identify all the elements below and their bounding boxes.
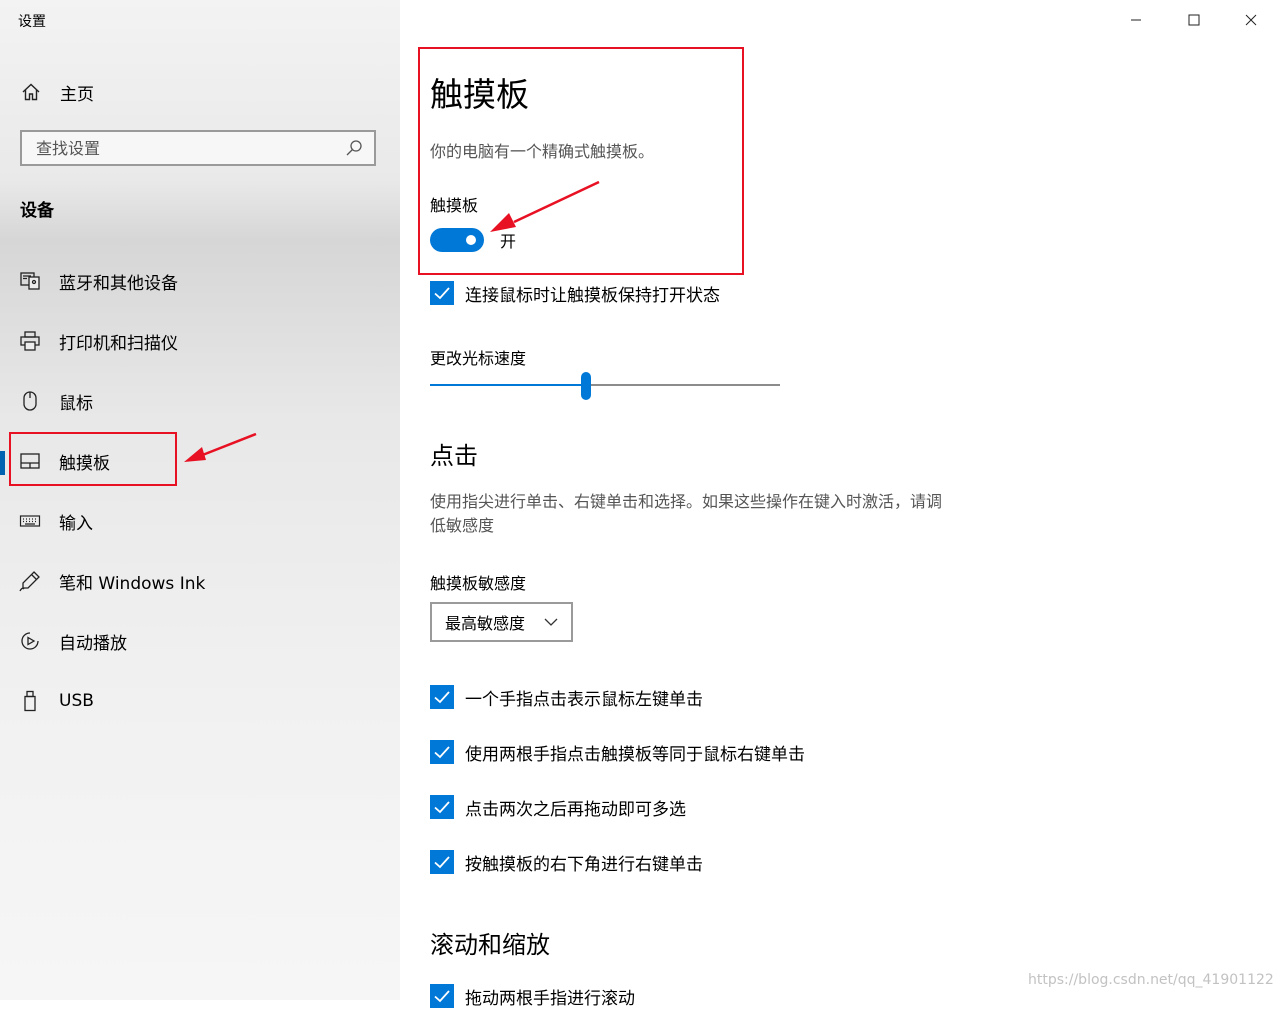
taps-description-line: 使用指尖进行单击、右键单击和选择。如果这些操作在键入时激活，请调 <box>430 492 943 511</box>
sensitivity-dropdown[interactable]: 最高敏感度 <box>430 602 573 642</box>
home-button[interactable]: 主页 <box>20 78 94 106</box>
sensitivity-label: 触摸板敏感度 <box>430 574 527 593</box>
usb-icon <box>18 689 42 713</box>
pen-icon <box>18 569 42 593</box>
sidebar-item-label: 打印机和扫描仪 <box>59 333 178 354</box>
checkbox-label: 拖动两根手指进行滚动 <box>465 988 635 1009</box>
press-corner-checkbox[interactable]: 按触摸板的右下角进行右键单击 <box>430 848 703 876</box>
search-box[interactable] <box>20 130 376 166</box>
main-panel: 触摸板 你的电脑有一个精确式触摸板。 触摸板 开 连接鼠标时让触摸板保持打开状态… <box>400 0 1280 1009</box>
keep-touchpad-on-checkbox[interactable]: 连接鼠标时让触摸板保持打开状态 <box>430 279 720 307</box>
toggle-switch[interactable] <box>430 228 484 252</box>
sidebar-item-label: USB <box>59 691 94 711</box>
tap-twice-drag-checkbox[interactable]: 点击两次之后再拖动即可多选 <box>430 793 686 821</box>
minimize-icon <box>1131 19 1141 21</box>
touchpad-toggle-label: 触摸板 <box>430 196 479 215</box>
toggle-state-text: 开 <box>500 232 517 251</box>
tap-two-finger-checkbox[interactable]: 使用两根手指点击触摸板等同于鼠标右键单击 <box>430 738 805 766</box>
taps-heading: 点击 <box>430 442 478 470</box>
section-heading: 设备 <box>20 201 54 221</box>
sidebar-item-label: 输入 <box>59 513 93 534</box>
home-label: 主页 <box>60 84 94 105</box>
minimize-button[interactable] <box>1113 0 1159 40</box>
checkbox-checked[interactable] <box>430 984 454 1008</box>
checkbox-label: 使用两根手指点击触摸板等同于鼠标右键单击 <box>465 744 805 765</box>
sidebar-item-typing[interactable]: 输入 <box>0 499 400 543</box>
cursor-speed-slider[interactable] <box>430 370 780 402</box>
sensitivity-value: 最高敏感度 <box>445 614 526 633</box>
sidebar-item-label: 笔和 Windows Ink <box>59 573 206 594</box>
watermark: https://blog.csdn.net/qq_41901122 <box>1028 972 1274 988</box>
sidebar: 设置 主页 设备 蓝牙和其他设备 <box>0 0 400 1000</box>
checkbox-label: 连接鼠标时让触摸板保持打开状态 <box>465 285 720 306</box>
mouse-icon <box>18 389 42 413</box>
autoplay-icon <box>18 629 42 653</box>
sidebar-item-label: 自动播放 <box>59 633 127 654</box>
sidebar-item-autoplay[interactable]: 自动播放 <box>0 619 400 663</box>
sidebar-item-label: 鼠标 <box>59 393 93 414</box>
sidebar-item-usb[interactable]: USB <box>0 679 400 723</box>
slider-thumb[interactable] <box>581 372 591 400</box>
checkbox-checked[interactable] <box>430 685 454 709</box>
checkmark-icon <box>434 691 450 704</box>
page-title: 触摸板 <box>430 75 529 114</box>
checkmark-icon <box>434 287 450 300</box>
close-button[interactable] <box>1228 0 1274 40</box>
sidebar-item-pen[interactable]: 笔和 Windows Ink <box>0 559 400 603</box>
sidebar-item-mouse[interactable]: 鼠标 <box>0 379 400 423</box>
cursor-speed-label: 更改光标速度 <box>430 349 527 368</box>
checkbox-label: 按触摸板的右下角进行右键单击 <box>465 854 703 875</box>
sidebar-item-bluetooth[interactable]: 蓝牙和其他设备 <box>0 259 400 303</box>
maximize-button[interactable] <box>1171 0 1217 40</box>
sidebar-item-printers[interactable]: 打印机和扫描仪 <box>0 319 400 363</box>
toggle-knob <box>466 235 476 245</box>
scroll-zoom-heading: 滚动和缩放 <box>430 931 550 959</box>
sidebar-item-label: 蓝牙和其他设备 <box>59 273 178 294</box>
checkbox-checked[interactable] <box>430 850 454 874</box>
checkbox-label: 点击两次之后再拖动即可多选 <box>465 799 686 820</box>
taps-description: 使用指尖进行单击、右键单击和选择。如果这些操作在键入时激活，请调 低敏感度 <box>430 490 1000 538</box>
touchpad-toggle[interactable]: 开 <box>430 226 516 254</box>
checkmark-icon <box>434 801 450 814</box>
checkbox-checked[interactable] <box>430 281 454 305</box>
checkmark-icon <box>434 990 450 1003</box>
checkmark-icon <box>434 746 450 759</box>
drag-two-fingers-checkbox[interactable]: 拖动两根手指进行滚动 <box>430 982 635 1010</box>
printer-icon <box>18 329 42 353</box>
page-description: 你的电脑有一个精确式触摸板。 <box>430 142 655 161</box>
maximize-icon <box>1188 14 1200 26</box>
close-icon <box>1245 14 1257 26</box>
taps-description-line: 低敏感度 <box>430 516 495 535</box>
tap-single-finger-checkbox[interactable]: 一个手指点击表示鼠标左键单击 <box>430 683 703 711</box>
search-icon[interactable] <box>342 136 366 160</box>
app-title: 设置 <box>18 14 46 30</box>
checkmark-icon <box>434 856 450 869</box>
checkbox-label: 一个手指点击表示鼠标左键单击 <box>465 689 703 710</box>
keyboard-icon <box>18 509 42 533</box>
search-input[interactable] <box>22 137 342 159</box>
home-icon <box>20 81 42 103</box>
annotation-box-touchpad-nav <box>9 432 177 486</box>
checkbox-checked[interactable] <box>430 795 454 819</box>
slider-fill <box>430 384 586 386</box>
checkbox-checked[interactable] <box>430 740 454 764</box>
chevron-down-icon <box>539 610 563 634</box>
selection-indicator <box>0 451 5 475</box>
bluetooth-devices-icon <box>18 269 42 293</box>
